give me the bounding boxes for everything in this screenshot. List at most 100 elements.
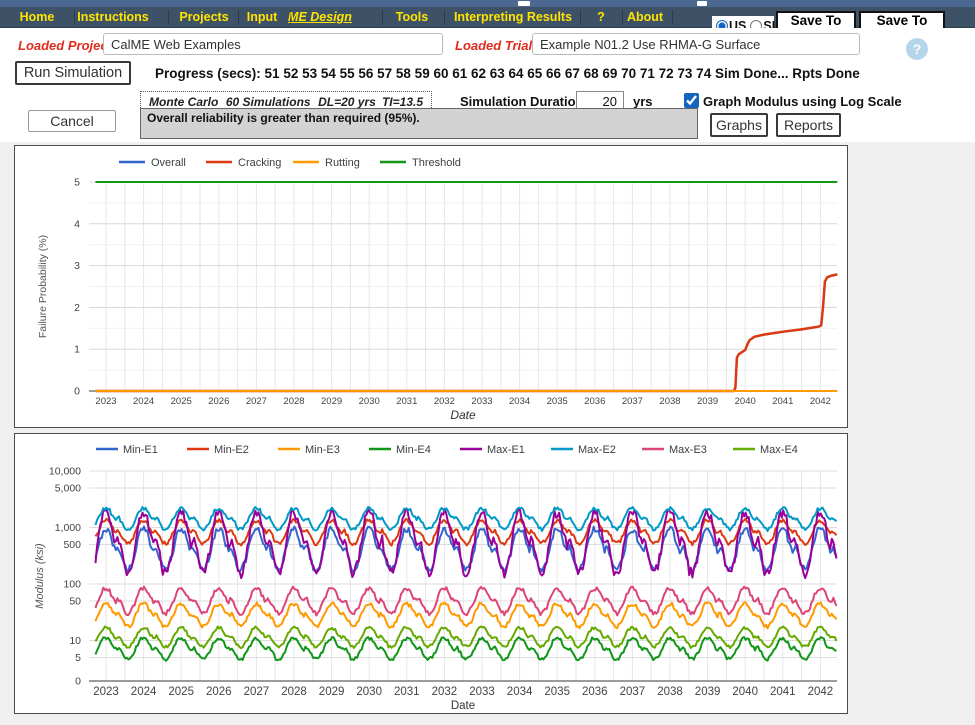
nav-item-home[interactable]: Home [20, 7, 55, 28]
mc-ti: TI=13.5 [382, 95, 423, 109]
x-tick-label: 2033 [471, 396, 492, 407]
simulation-duration-label: Simulation Duration [460, 94, 584, 109]
main-navbar: Home Instructions Projects Input ME Design To… [0, 7, 975, 28]
nav-divider [74, 10, 75, 25]
failure-probability-chart-card: 0123452023202420252026202720282029203020… [14, 145, 848, 428]
y-tick-label: 1,000 [55, 522, 81, 534]
x-tick-label: 2023 [95, 396, 116, 407]
y-axis-title: Failure Probability (%) [37, 235, 49, 338]
x-tick-label: 2032 [434, 396, 455, 407]
nav-item-projects[interactable]: Projects [179, 7, 228, 28]
y-tick-label: 500 [63, 539, 81, 551]
x-tick-label: 2027 [244, 686, 270, 698]
help-icon[interactable]: ? [906, 38, 928, 60]
controls-band: Loaded Project: Loaded Trial: ? Run Simu… [0, 28, 975, 142]
title-glyph-fragment [518, 1, 530, 6]
x-tick-label: 2036 [582, 686, 608, 698]
x-axis-title: Date [451, 700, 475, 712]
x-tick-label: 2041 [772, 396, 793, 407]
x-tick-label: 2031 [396, 396, 417, 407]
y-tick-label: 3 [74, 260, 80, 272]
x-tick-label: 2034 [507, 686, 533, 698]
x-tick-label: 2026 [206, 686, 232, 698]
x-tick-label: 2039 [697, 396, 718, 407]
x-tick-label: 2026 [208, 396, 229, 407]
x-tick-label: 2028 [283, 396, 304, 407]
x-tick-label: 2038 [659, 396, 680, 407]
x-tick-label: 2032 [432, 686, 458, 698]
legend-label-Max-E1: Max-E1 [487, 444, 525, 456]
x-tick-label: 2035 [547, 396, 568, 407]
x-tick-label: 2024 [133, 396, 154, 407]
y-tick-label: 5 [75, 652, 81, 664]
x-tick-label: 2040 [735, 396, 756, 407]
nav-item-input[interactable]: Input [247, 7, 278, 28]
legend-label-Min-E4: Min-E4 [396, 444, 431, 456]
x-tick-label: 2034 [509, 396, 530, 407]
reliability-status-box: Overall reliability is greater than requ… [140, 108, 698, 139]
y-tick-label: 10 [69, 635, 81, 647]
x-tick-label: 2033 [469, 686, 495, 698]
nav-item-interpreting-results[interactable]: Interpreting Results [454, 7, 572, 28]
x-tick-label: 2042 [808, 686, 834, 698]
nav-item-me-design[interactable]: ME Design [288, 7, 352, 28]
calme-app: { "nav": { "items": [ {"id":"home","labe… [0, 0, 975, 725]
x-tick-label: 2029 [319, 686, 345, 698]
modulus-chart-card: 0510501005001,0005,00010,000202320242025… [14, 433, 848, 714]
log-scale-checkbox[interactable] [684, 93, 699, 108]
legend-label-Cracking: Cracking [238, 157, 281, 169]
series-line-Min-E2 [96, 519, 837, 546]
legend-label-Min-E3: Min-E3 [305, 444, 340, 456]
y-tick-label: 2 [74, 302, 80, 314]
nav-item-tools[interactable]: Tools [396, 7, 428, 28]
x-tick-label: 2024 [131, 686, 157, 698]
x-tick-label: 2025 [171, 396, 192, 407]
cancel-button[interactable]: Cancel [28, 110, 116, 132]
page-title-strip [0, 0, 975, 7]
nav-item-instructions[interactable]: Instructions [77, 7, 149, 28]
series-line-Max-E4 [96, 627, 837, 649]
nav-item-about[interactable]: About [627, 7, 663, 28]
legend-label-Rutting: Rutting [325, 157, 360, 169]
legend-label-Min-E2: Min-E2 [214, 444, 249, 456]
y-tick-label: 0 [74, 386, 80, 398]
y-tick-label: 100 [63, 579, 81, 591]
failure-probability-chart: 0123452023202420252026202720282029203020… [15, 146, 846, 426]
graphs-button[interactable]: Graphs [710, 113, 768, 137]
run-simulation-button[interactable]: Run Simulation [15, 61, 131, 85]
nav-divider [382, 10, 383, 25]
y-tick-label: 50 [69, 596, 81, 608]
legend-label-Min-E1: Min-E1 [123, 444, 158, 456]
modulus-chart: 0510501005001,0005,00010,000202320242025… [15, 434, 846, 712]
nav-divider [580, 10, 581, 25]
x-tick-label: 2038 [657, 686, 683, 698]
loaded-trial-input[interactable] [532, 33, 860, 55]
x-tick-label: 2037 [620, 686, 646, 698]
loaded-trial-label: Loaded Trial: [455, 38, 536, 53]
y-tick-label: 5,000 [55, 483, 81, 495]
x-tick-label: 2035 [544, 686, 570, 698]
x-tick-label: 2030 [359, 396, 380, 407]
loaded-project-input[interactable] [103, 33, 443, 55]
y-axis-title: Modulus (ksi) [34, 543, 46, 609]
nav-divider [238, 10, 239, 25]
log-scale-label: Graph Modulus using Log Scale [703, 94, 902, 109]
mc-count: 60 Simulations [226, 95, 311, 109]
duration-units-label: yrs [633, 94, 653, 109]
x-tick-label: 2028 [281, 686, 307, 698]
mc-dl: DL=20 yrs [318, 95, 376, 109]
progress-text: Progress (secs): 51 52 53 54 55 56 57 58… [155, 66, 860, 81]
x-tick-label: 2039 [695, 686, 721, 698]
legend-label-Max-E2: Max-E2 [578, 444, 616, 456]
y-tick-label: 5 [74, 177, 80, 189]
legend-label-Max-E4: Max-E4 [760, 444, 798, 456]
reports-button[interactable]: Reports [776, 113, 841, 137]
y-tick-label: 10,000 [49, 466, 81, 478]
title-glyph-fragment [697, 1, 707, 6]
y-tick-label: 4 [74, 218, 80, 230]
x-tick-label: 2031 [394, 686, 420, 698]
nav-item-help[interactable]: ? [597, 7, 605, 28]
x-tick-label: 2029 [321, 396, 342, 407]
mc-mode: Monte Carlo [149, 95, 218, 109]
x-tick-label: 2030 [356, 686, 382, 698]
